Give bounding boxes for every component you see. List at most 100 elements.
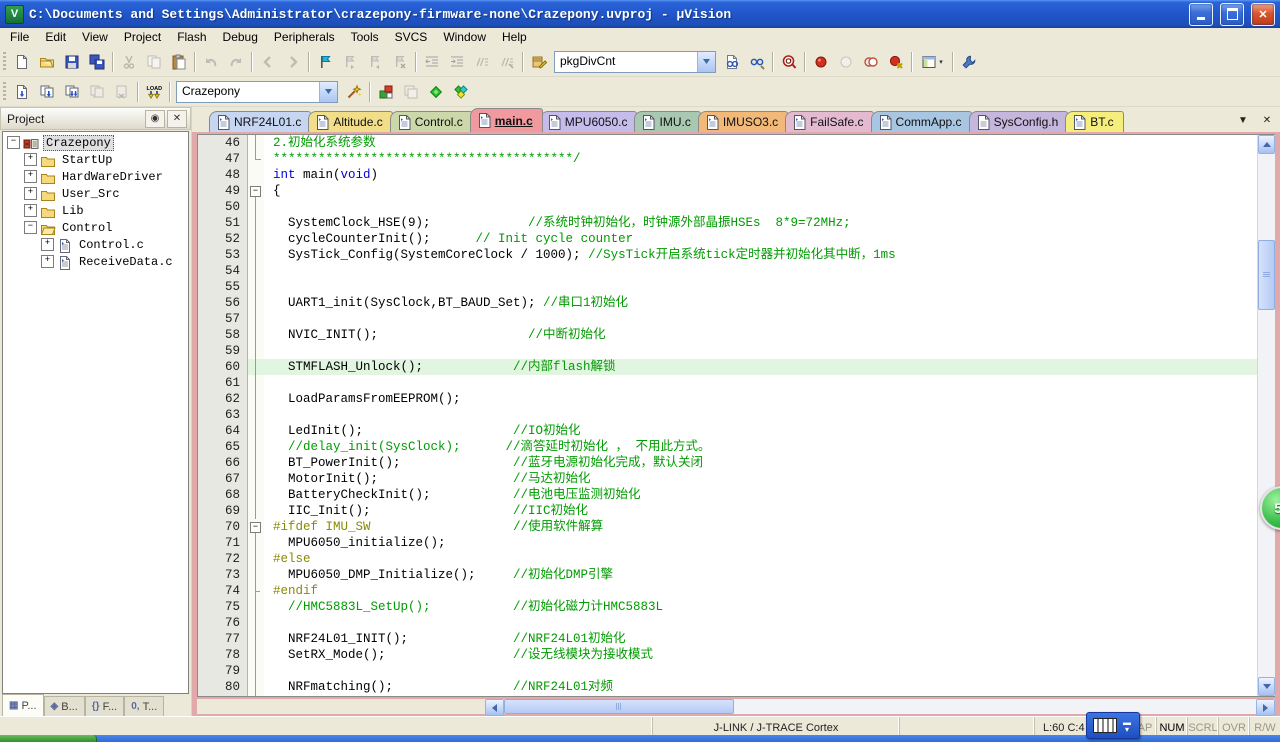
- code-line-60[interactable]: 60 STMFLASH_Unlock(); //内部flash解锁: [198, 359, 1257, 375]
- code-text[interactable]: #ifdef IMU_SW //使用软件解算: [264, 519, 1257, 535]
- code-text[interactable]: [264, 663, 1257, 679]
- tab-sysconfig-h[interactable]: SysConfig.h: [969, 111, 1069, 132]
- find-button[interactable]: [719, 50, 744, 73]
- code-text[interactable]: #else: [264, 551, 1257, 567]
- collapse-icon[interactable]: −: [7, 136, 20, 149]
- code-line-76[interactable]: 76: [198, 615, 1257, 631]
- nav-back-button[interactable]: [255, 50, 280, 73]
- code-text[interactable]: STMFLASH_Unlock(); //内部flash解锁: [264, 359, 1257, 375]
- code-line-56[interactable]: 56 UART1_init(SysClock,BT_BAUD_Set); //串…: [198, 295, 1257, 311]
- menu-item-debug[interactable]: Debug: [215, 29, 266, 46]
- code-line-50[interactable]: 50: [198, 199, 1257, 215]
- find-in-files-button[interactable]: [526, 50, 551, 73]
- code-line-70[interactable]: 70#ifdef IMU_SW //使用软件解算: [198, 519, 1257, 535]
- tree-item-hardwaredriver[interactable]: +HardWareDriver: [3, 168, 188, 185]
- code-text[interactable]: cycleCounterInit(); // Init cycle counte…: [264, 231, 1257, 247]
- code-line-68[interactable]: 68 BatteryCheckInit(); //电池电压监测初始化: [198, 487, 1257, 503]
- code-text[interactable]: MotorInit(); //马达初始化: [264, 471, 1257, 487]
- batch-build-button[interactable]: [84, 80, 109, 103]
- download-button[interactable]: LOAD: [141, 80, 166, 103]
- code-line-72[interactable]: 72#else: [198, 551, 1257, 567]
- code-text[interactable]: //HMC5883L_SetUp(); //初始化磁力计HMC5883L: [264, 599, 1257, 615]
- comment-selection-button[interactable]: [469, 50, 494, 73]
- search-input[interactable]: pkgDivCnt: [555, 52, 697, 72]
- code-text[interactable]: MPU6050_DMP_Initialize(); //初始化DMP引擎: [264, 567, 1257, 583]
- scroll-right-icon[interactable]: [1256, 699, 1275, 716]
- code-text[interactable]: MPU6050_initialize();: [264, 535, 1257, 551]
- code-text[interactable]: [264, 407, 1257, 423]
- code-text[interactable]: int main(void): [264, 167, 1257, 183]
- nav-forward-button[interactable]: [280, 50, 305, 73]
- expand-icon[interactable]: +: [24, 170, 37, 183]
- expand-icon[interactable]: +: [24, 187, 37, 200]
- browse-symbols-button[interactable]: [776, 50, 801, 73]
- scroll-down-icon[interactable]: [1258, 677, 1275, 696]
- scroll-left-icon[interactable]: [485, 699, 504, 716]
- code-line-71[interactable]: 71 MPU6050_initialize();: [198, 535, 1257, 551]
- tab-imuso3-c[interactable]: IMUSO3.c: [698, 111, 788, 132]
- tree-item-control-c[interactable]: +Control.c: [3, 236, 188, 253]
- scroll-up-icon[interactable]: [1258, 135, 1275, 154]
- expand-icon[interactable]: +: [24, 204, 37, 217]
- insert-breakpoint-button[interactable]: [808, 50, 833, 73]
- tab-altitude-c[interactable]: Altitude.c: [308, 111, 392, 132]
- code-line-66[interactable]: 66 BT_PowerInit(); //蓝牙电源初始化完成，默认关闭: [198, 455, 1257, 471]
- bookmark-next-button[interactable]: [337, 50, 362, 73]
- menu-item-help[interactable]: Help: [494, 29, 535, 46]
- close-button[interactable]: ✕: [1251, 3, 1275, 26]
- fold-collapse-icon[interactable]: [248, 519, 264, 535]
- debug-windows-button[interactable]: ▾: [915, 50, 949, 73]
- close-document-icon[interactable]: ✕: [1258, 112, 1276, 129]
- tree-item-startup[interactable]: +StartUp: [3, 151, 188, 168]
- panel-tab-b[interactable]: ◈B...: [44, 696, 85, 716]
- fold-collapse-icon[interactable]: [248, 183, 264, 199]
- code-text[interactable]: NRF24L01_INIT(); //NRF24L01初始化: [264, 631, 1257, 647]
- collapse-icon[interactable]: −: [24, 221, 37, 234]
- menu-item-project[interactable]: Project: [116, 29, 169, 46]
- tab-main-c[interactable]: main.c: [470, 108, 543, 132]
- bookmark-toggle-button[interactable]: [312, 50, 337, 73]
- tree-item-crazepony[interactable]: −Crazepony: [3, 134, 188, 151]
- tree-item-receivedata-c[interactable]: +ReceiveData.c: [3, 253, 188, 270]
- code-line-52[interactable]: 52 cycleCounterInit(); // Init cycle cou…: [198, 231, 1257, 247]
- expand-icon[interactable]: +: [41, 238, 54, 251]
- code-line-65[interactable]: 65 //delay_init(SysClock); //滴答延时初始化 ， 不…: [198, 439, 1257, 455]
- code-line-63[interactable]: 63: [198, 407, 1257, 423]
- manage-components-button[interactable]: [373, 80, 398, 103]
- code-line-55[interactable]: 55: [198, 279, 1257, 295]
- code-line-53[interactable]: 53 SysTick_Config(SystemCoreClock / 1000…: [198, 247, 1257, 263]
- code-text[interactable]: //delay_init(SysClock); //滴答延时初始化 ， 不用此方…: [264, 439, 1257, 455]
- code-line-51[interactable]: 51 SystemClock_HSE(9); //系统时钟初始化，时钟源外部晶振…: [198, 215, 1257, 231]
- code-text[interactable]: [264, 695, 1257, 696]
- kill-all-breakpoints-button[interactable]: [883, 50, 908, 73]
- menu-item-view[interactable]: View: [74, 29, 116, 46]
- code-line-78[interactable]: 78 SetRX_Mode(); //设无线模块为接收模式: [198, 647, 1257, 663]
- menu-item-flash[interactable]: Flash: [169, 29, 214, 46]
- vertical-scrollbar[interactable]: [1257, 135, 1275, 696]
- start-button-fragment[interactable]: [0, 735, 97, 742]
- code-line-46[interactable]: 462.初始化系统参数: [198, 135, 1257, 151]
- tab-imu-c[interactable]: IMU.c: [634, 111, 700, 132]
- undo-button[interactable]: [198, 50, 223, 73]
- ime-language-bar[interactable]: ▬▾: [1086, 712, 1140, 739]
- code-text[interactable]: UART1_init(SysClock,BT_BAUD_Set); //串口1初…: [264, 295, 1257, 311]
- code-text[interactable]: IIC_Init(); //IIC初始化: [264, 503, 1257, 519]
- code-line-59[interactable]: 59: [198, 343, 1257, 359]
- code-text[interactable]: NRFmatching(); //NRF24L01对频: [264, 679, 1257, 695]
- tab-nrf24l01-c[interactable]: NRF24L01.c: [209, 111, 311, 132]
- stop-build-button[interactable]: [109, 80, 134, 103]
- code-text[interactable]: [264, 279, 1257, 295]
- code-line-74[interactable]: 74#endif: [198, 583, 1257, 599]
- tab-failsafe-c[interactable]: FailSafe.c: [785, 111, 873, 132]
- code-text[interactable]: BatteryCheckInit(); //电池电压监测初始化: [264, 487, 1257, 503]
- build-button[interactable]: [34, 80, 59, 103]
- tab-list-dropdown-icon[interactable]: ▼: [1234, 112, 1252, 129]
- expand-icon[interactable]: +: [24, 153, 37, 166]
- panel-tab-t[interactable]: 0,T...: [124, 696, 164, 716]
- paste-button[interactable]: [166, 50, 191, 73]
- code-text[interactable]: {: [264, 183, 1257, 199]
- rebuild-button[interactable]: [59, 80, 84, 103]
- menu-item-svcs[interactable]: SVCS: [387, 29, 436, 46]
- tree-item-lib[interactable]: +Lib: [3, 202, 188, 219]
- code-area[interactable]: 462.初始化系统参数47***************************…: [198, 135, 1257, 696]
